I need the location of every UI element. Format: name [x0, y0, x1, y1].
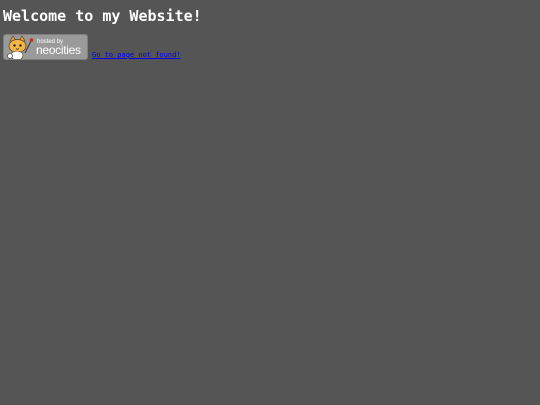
hosted-by-neocities-badge[interactable]: hosted by neocities — [3, 34, 88, 60]
neocities-cat-icon — [7, 35, 34, 59]
page-title: Welcome to my Website! — [3, 7, 202, 25]
badge-brand-label: neocities — [36, 43, 81, 57]
page-not-found-link[interactable]: Go to page not found! — [92, 51, 181, 60]
content-row: hosted by neocities Go to page not found… — [3, 34, 181, 60]
